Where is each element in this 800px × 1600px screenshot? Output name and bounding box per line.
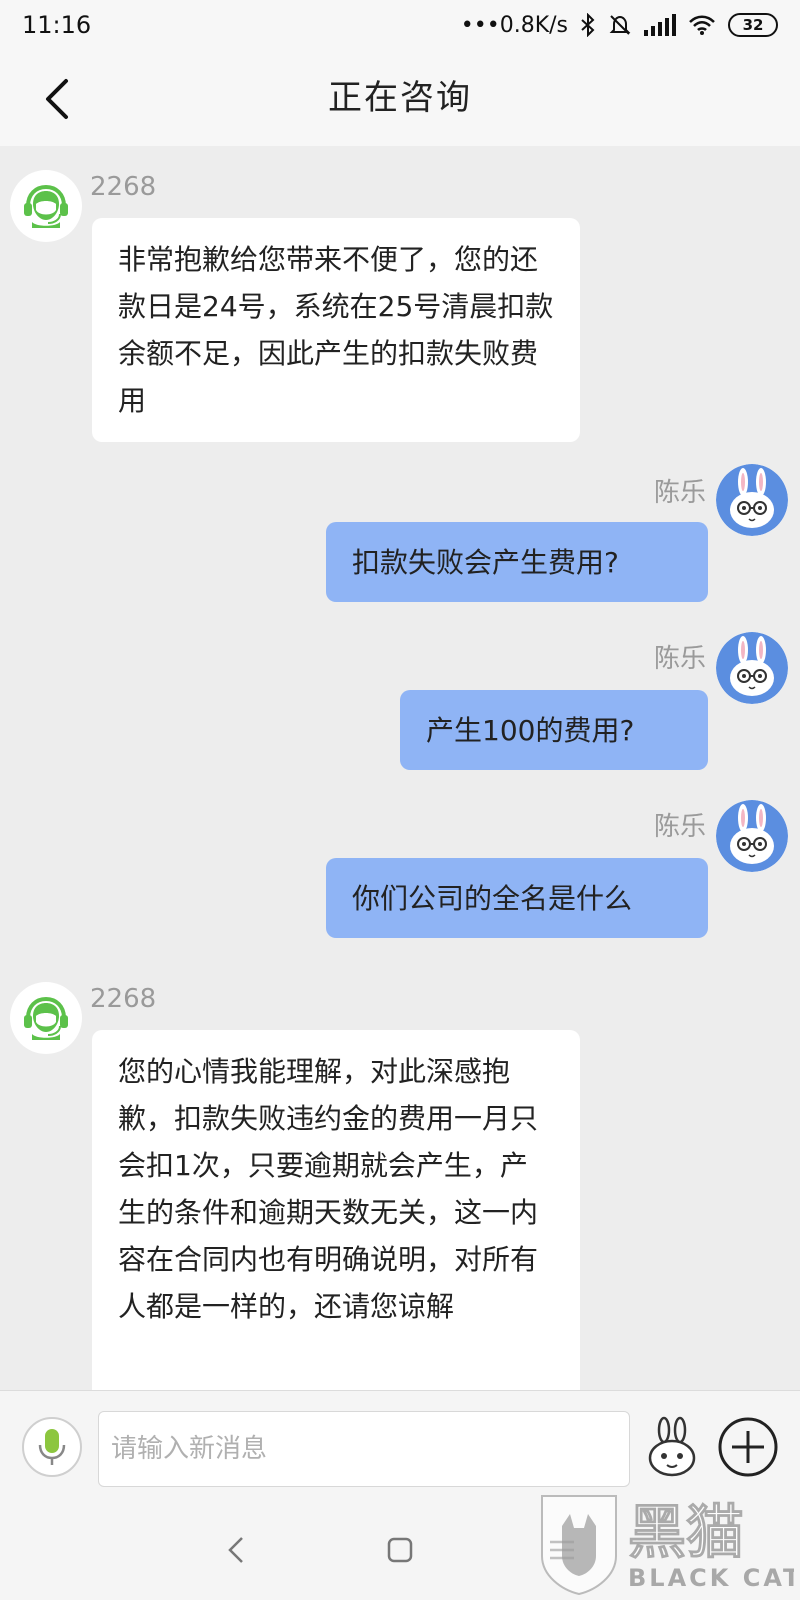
plus-circle-icon — [718, 1417, 778, 1477]
user-avatar[interactable] — [716, 632, 788, 704]
page-title: 正在咨询 — [328, 78, 472, 118]
chat-list[interactable]: 2268 非常抱歉给您带来不便了，您的还款日是24号，系统在25号清晨扣款余额不… — [0, 146, 800, 1390]
nav-menu-button[interactable] — [540, 1528, 584, 1572]
sender-name: 陈乐 — [653, 812, 706, 842]
input-bar — [0, 1390, 800, 1500]
user-avatar[interactable] — [716, 800, 788, 872]
voice-button[interactable] — [22, 1417, 82, 1477]
wifi-icon — [689, 15, 715, 35]
message-bubble-incoming[interactable]: 非常抱歉给您带来不便了，您的还款日是24号，系统在25号清晨扣款余额不足，因此产… — [92, 218, 580, 442]
mute-bell-icon — [609, 15, 631, 35]
signal-icon — [644, 14, 676, 36]
agent-avatar[interactable] — [10, 170, 82, 242]
nav-home-icon — [387, 1537, 413, 1563]
user-avatar[interactable] — [716, 464, 788, 536]
nav-back-icon — [228, 1537, 243, 1563]
bluetooth-icon — [581, 13, 595, 37]
status-time: 11:16 — [22, 11, 92, 39]
agent-headset-icon — [16, 988, 76, 1048]
battery-indicator: 32 — [728, 13, 778, 37]
message-bubble-outgoing[interactable]: 扣款失败会产生费用? — [326, 522, 708, 602]
agent-avatar[interactable] — [10, 982, 82, 1054]
status-icons: •••0.8K/s 32 — [461, 13, 778, 38]
nav-menu-icon — [550, 1540, 574, 1560]
rabbit-avatar-icon — [716, 464, 788, 536]
sender-name: 陈乐 — [653, 644, 706, 674]
chat-header: 正在咨询 — [0, 50, 800, 146]
message-bubble-outgoing[interactable]: 产生100的费用? — [400, 690, 708, 770]
rabbit-emoji-icon — [648, 1416, 696, 1477]
message-input[interactable] — [98, 1411, 630, 1487]
sender-name: 2268 — [90, 984, 157, 1014]
more-button[interactable] — [716, 1415, 780, 1479]
nav-back-button[interactable] — [214, 1528, 258, 1572]
emoji-button[interactable] — [642, 1415, 702, 1479]
sender-name: 2268 — [90, 172, 157, 202]
rabbit-avatar-icon — [716, 632, 788, 704]
message-bubble-incoming[interactable]: 您的心情我能理解，对此深感抱歉，扣款失败违约金的费用一月只会扣1次，只要逾期就会… — [92, 1030, 580, 1390]
microphone-icon — [38, 1429, 66, 1465]
sender-name: 陈乐 — [653, 478, 706, 508]
nav-home-button[interactable] — [378, 1528, 422, 1572]
system-nav-bar — [0, 1500, 800, 1600]
rabbit-avatar-icon — [716, 800, 788, 872]
message-bubble-outgoing[interactable]: 你们公司的全名是什么 — [326, 858, 708, 938]
status-bar: 11:16 •••0.8K/s 32 — [0, 0, 800, 50]
network-speed: •••0.8K/s — [460, 12, 568, 38]
agent-headset-icon — [16, 176, 76, 236]
